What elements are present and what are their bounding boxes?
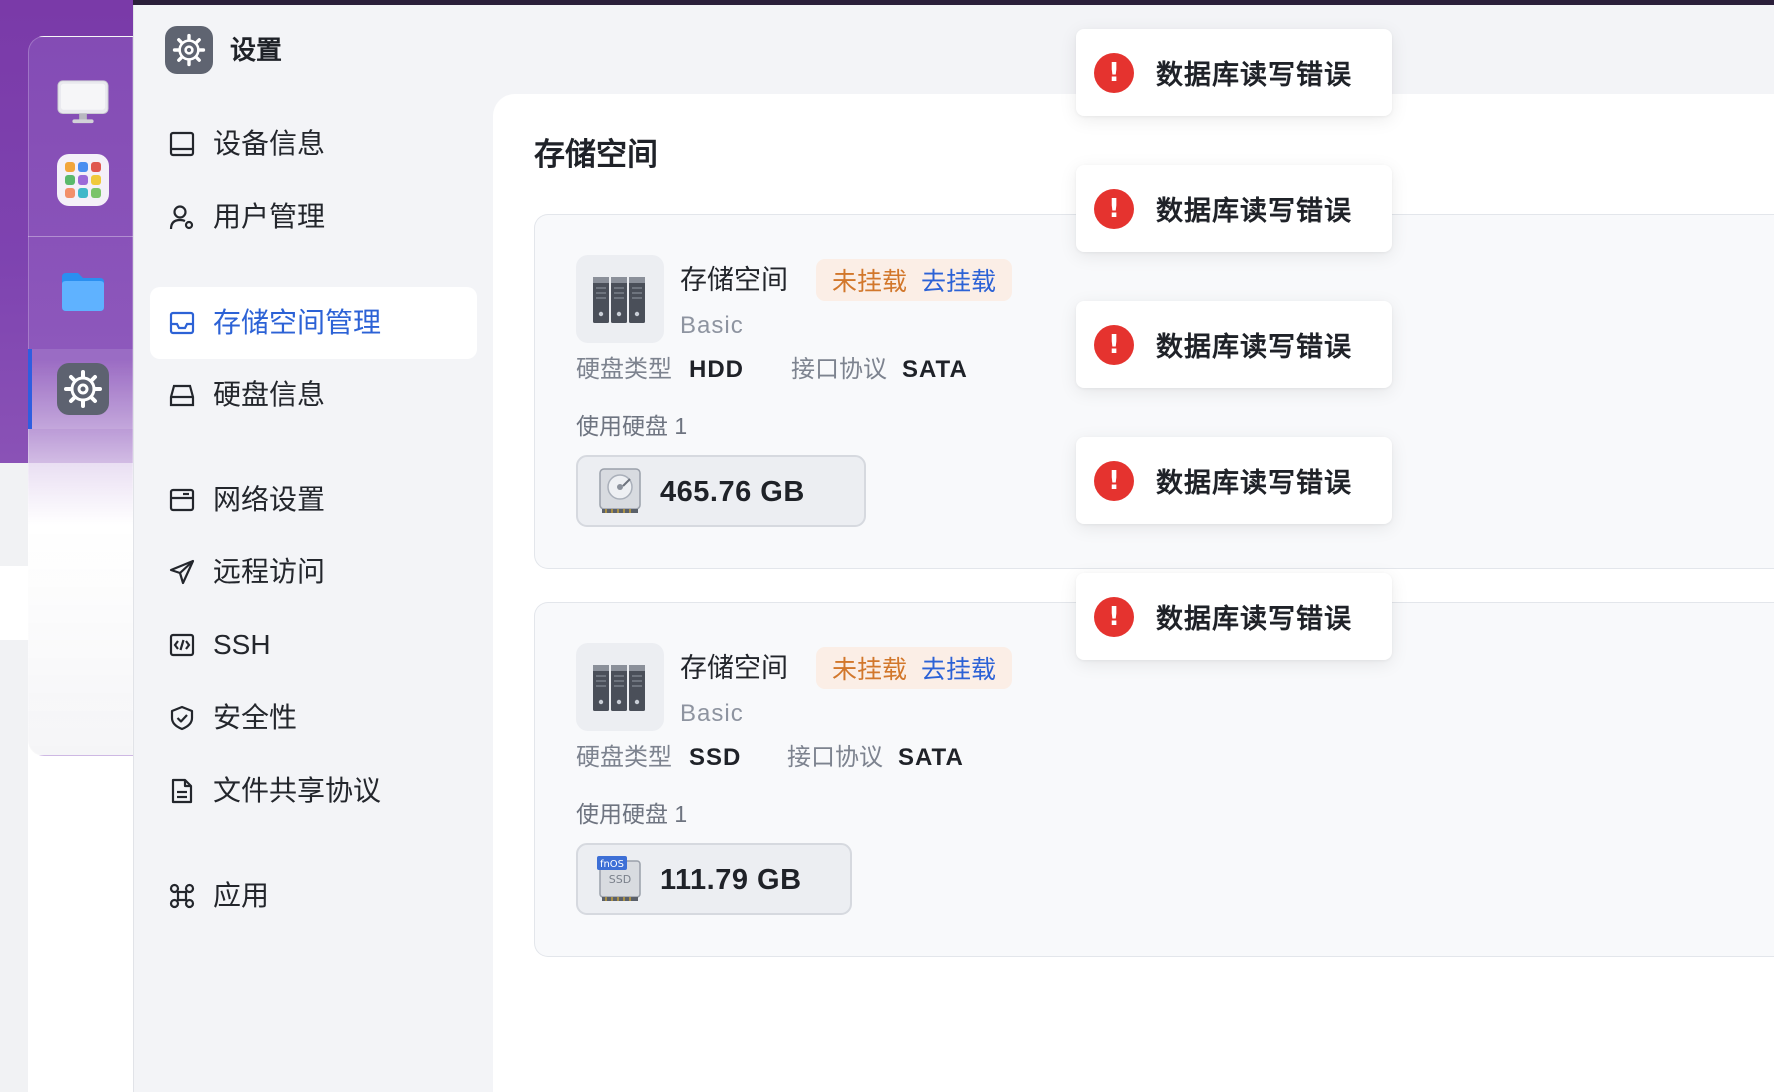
storage-icon — [166, 307, 198, 339]
disk-icon — [166, 379, 198, 411]
desktop-background — [0, 463, 28, 1092]
sidebar-item-label: 用户管理 — [213, 201, 326, 232]
ssd-badge-top: fnOS — [600, 859, 624, 870]
window-left-border — [133, 5, 134, 1092]
toast-message: 数据库读写错误 — [1156, 604, 1352, 634]
toast-message: 数据库读写错误 — [1156, 332, 1352, 362]
dock-item-settings[interactable] — [57, 363, 109, 415]
user-icon — [166, 201, 198, 233]
server-icon — [576, 643, 664, 731]
used-disks-count: 使用硬盘 1 — [576, 413, 688, 439]
sidebar-item-label: 硬盘信息 — [213, 379, 326, 410]
interface-value: SATA — [898, 744, 964, 771]
mount-status-badge: 未挂载 去挂载 — [816, 647, 1013, 689]
disk-chip[interactable]: fnOS SSD 111.79 GB — [576, 843, 852, 915]
app-title: 设置 — [230, 35, 283, 65]
sidebar-item-remote-access[interactable]: 远程访问 — [150, 536, 477, 608]
sidebar-item-label: 远程访问 — [213, 556, 326, 587]
sidebar-item-label: 网络设置 — [213, 484, 326, 515]
toast-message: 数据库读写错误 — [1156, 196, 1352, 226]
app-icon — [165, 26, 213, 74]
hdd-icon — [599, 468, 641, 513]
storage-name: 存储空间 — [680, 265, 788, 295]
toast-message: 数据库读写错误 — [1156, 60, 1352, 90]
sidebar-item-label: 安全性 — [213, 702, 298, 733]
device-icon — [166, 128, 198, 160]
sidebar-item-ssh[interactable]: SSH — [150, 609, 477, 681]
error-toast: ! 数据库读写错误 — [1076, 573, 1392, 660]
dock-active-indicator — [28, 349, 32, 429]
code-icon — [166, 629, 198, 661]
sidebar-item-label: 设备信息 — [213, 128, 326, 159]
mount-link[interactable]: 去挂载 — [921, 650, 996, 686]
interface-label: 接口协议 — [787, 744, 883, 771]
sidebar-item-label: 存储空间管理 — [213, 307, 382, 338]
screen: 设置 设备信息 用户管理 存储空间管理 硬盘信息 网络设置 远程访问 SSH 安… — [0, 0, 1774, 1092]
sidebar-item-file-sharing[interactable]: 文件共享协议 — [150, 755, 477, 827]
sidebar-item-apps[interactable]: 应用 — [150, 860, 477, 932]
app-grid-icon — [65, 162, 101, 198]
error-icon: ! — [1094, 324, 1134, 365]
mount-link[interactable]: 去挂载 — [921, 262, 996, 298]
shield-icon — [166, 702, 198, 734]
sidebar-item-security[interactable]: 安全性 — [150, 682, 477, 754]
disk-type-label: 硬盘类型 — [576, 356, 672, 383]
error-toast: ! 数据库读写错误 — [1076, 29, 1392, 116]
sidebar-item-network[interactable]: 网络设置 — [150, 464, 477, 536]
document-icon — [166, 775, 198, 807]
sidebar-item-label: 文件共享协议 — [213, 775, 382, 806]
error-toast: ! 数据库读写错误 — [1076, 301, 1392, 388]
raid-type: Basic — [680, 700, 744, 727]
desktop-window-edge — [0, 566, 28, 640]
dock-item-apps[interactable] — [57, 154, 109, 206]
error-icon: ! — [1094, 460, 1134, 501]
sidebar-item-label: 应用 — [213, 880, 270, 911]
ssd-icon: fnOS SSD — [597, 856, 641, 901]
mount-status: 未挂载 — [832, 268, 908, 296]
gear-icon — [172, 33, 206, 67]
command-icon — [166, 880, 198, 912]
disk-size: 111.79 GB — [660, 864, 802, 896]
sidebar-item-device-info[interactable]: 设备信息 — [150, 108, 477, 180]
dock-item-monitor[interactable] — [57, 76, 109, 128]
error-icon: ! — [1094, 596, 1134, 637]
disk-type-value: SSD — [689, 744, 742, 771]
sidebar-item-user-management[interactable]: 用户管理 — [150, 181, 477, 253]
folder-icon — [62, 273, 104, 311]
sidebar-item-label: SSH — [213, 629, 271, 660]
error-toast: ! 数据库读写错误 — [1076, 165, 1392, 252]
mount-status-badge: 未挂载 去挂载 — [816, 259, 1013, 301]
dock-divider — [28, 236, 133, 237]
disk-type-value: HDD — [689, 356, 744, 383]
send-icon — [166, 556, 198, 588]
used-disks-count: 使用硬盘 1 — [576, 801, 688, 827]
interface-label: 接口协议 — [791, 356, 887, 383]
network-icon — [166, 484, 198, 516]
error-icon: ! — [1094, 52, 1134, 93]
sidebar-item-disk-info[interactable]: 硬盘信息 — [150, 359, 477, 431]
monitor-icon — [57, 80, 109, 124]
ssd-badge-bottom: SSD — [609, 873, 631, 886]
disk-type-label: 硬盘类型 — [576, 744, 672, 771]
raid-type: Basic — [680, 312, 744, 339]
disk-size: 465.76 GB — [660, 476, 805, 508]
settings-gear-icon — [64, 370, 102, 408]
page-title: 存储空间 — [534, 137, 658, 172]
disk-chip[interactable]: 465.76 GB — [576, 455, 866, 527]
mount-status: 未挂载 — [832, 656, 908, 684]
storage-name: 存储空间 — [680, 653, 788, 683]
toast-message: 数据库读写错误 — [1156, 468, 1352, 498]
server-icon — [576, 255, 664, 343]
interface-value: SATA — [902, 356, 968, 383]
error-toast: ! 数据库读写错误 — [1076, 437, 1392, 524]
error-icon: ! — [1094, 188, 1134, 229]
dock-item-files[interactable] — [57, 266, 109, 318]
sidebar-item-storage-management[interactable]: 存储空间管理 — [150, 287, 477, 359]
